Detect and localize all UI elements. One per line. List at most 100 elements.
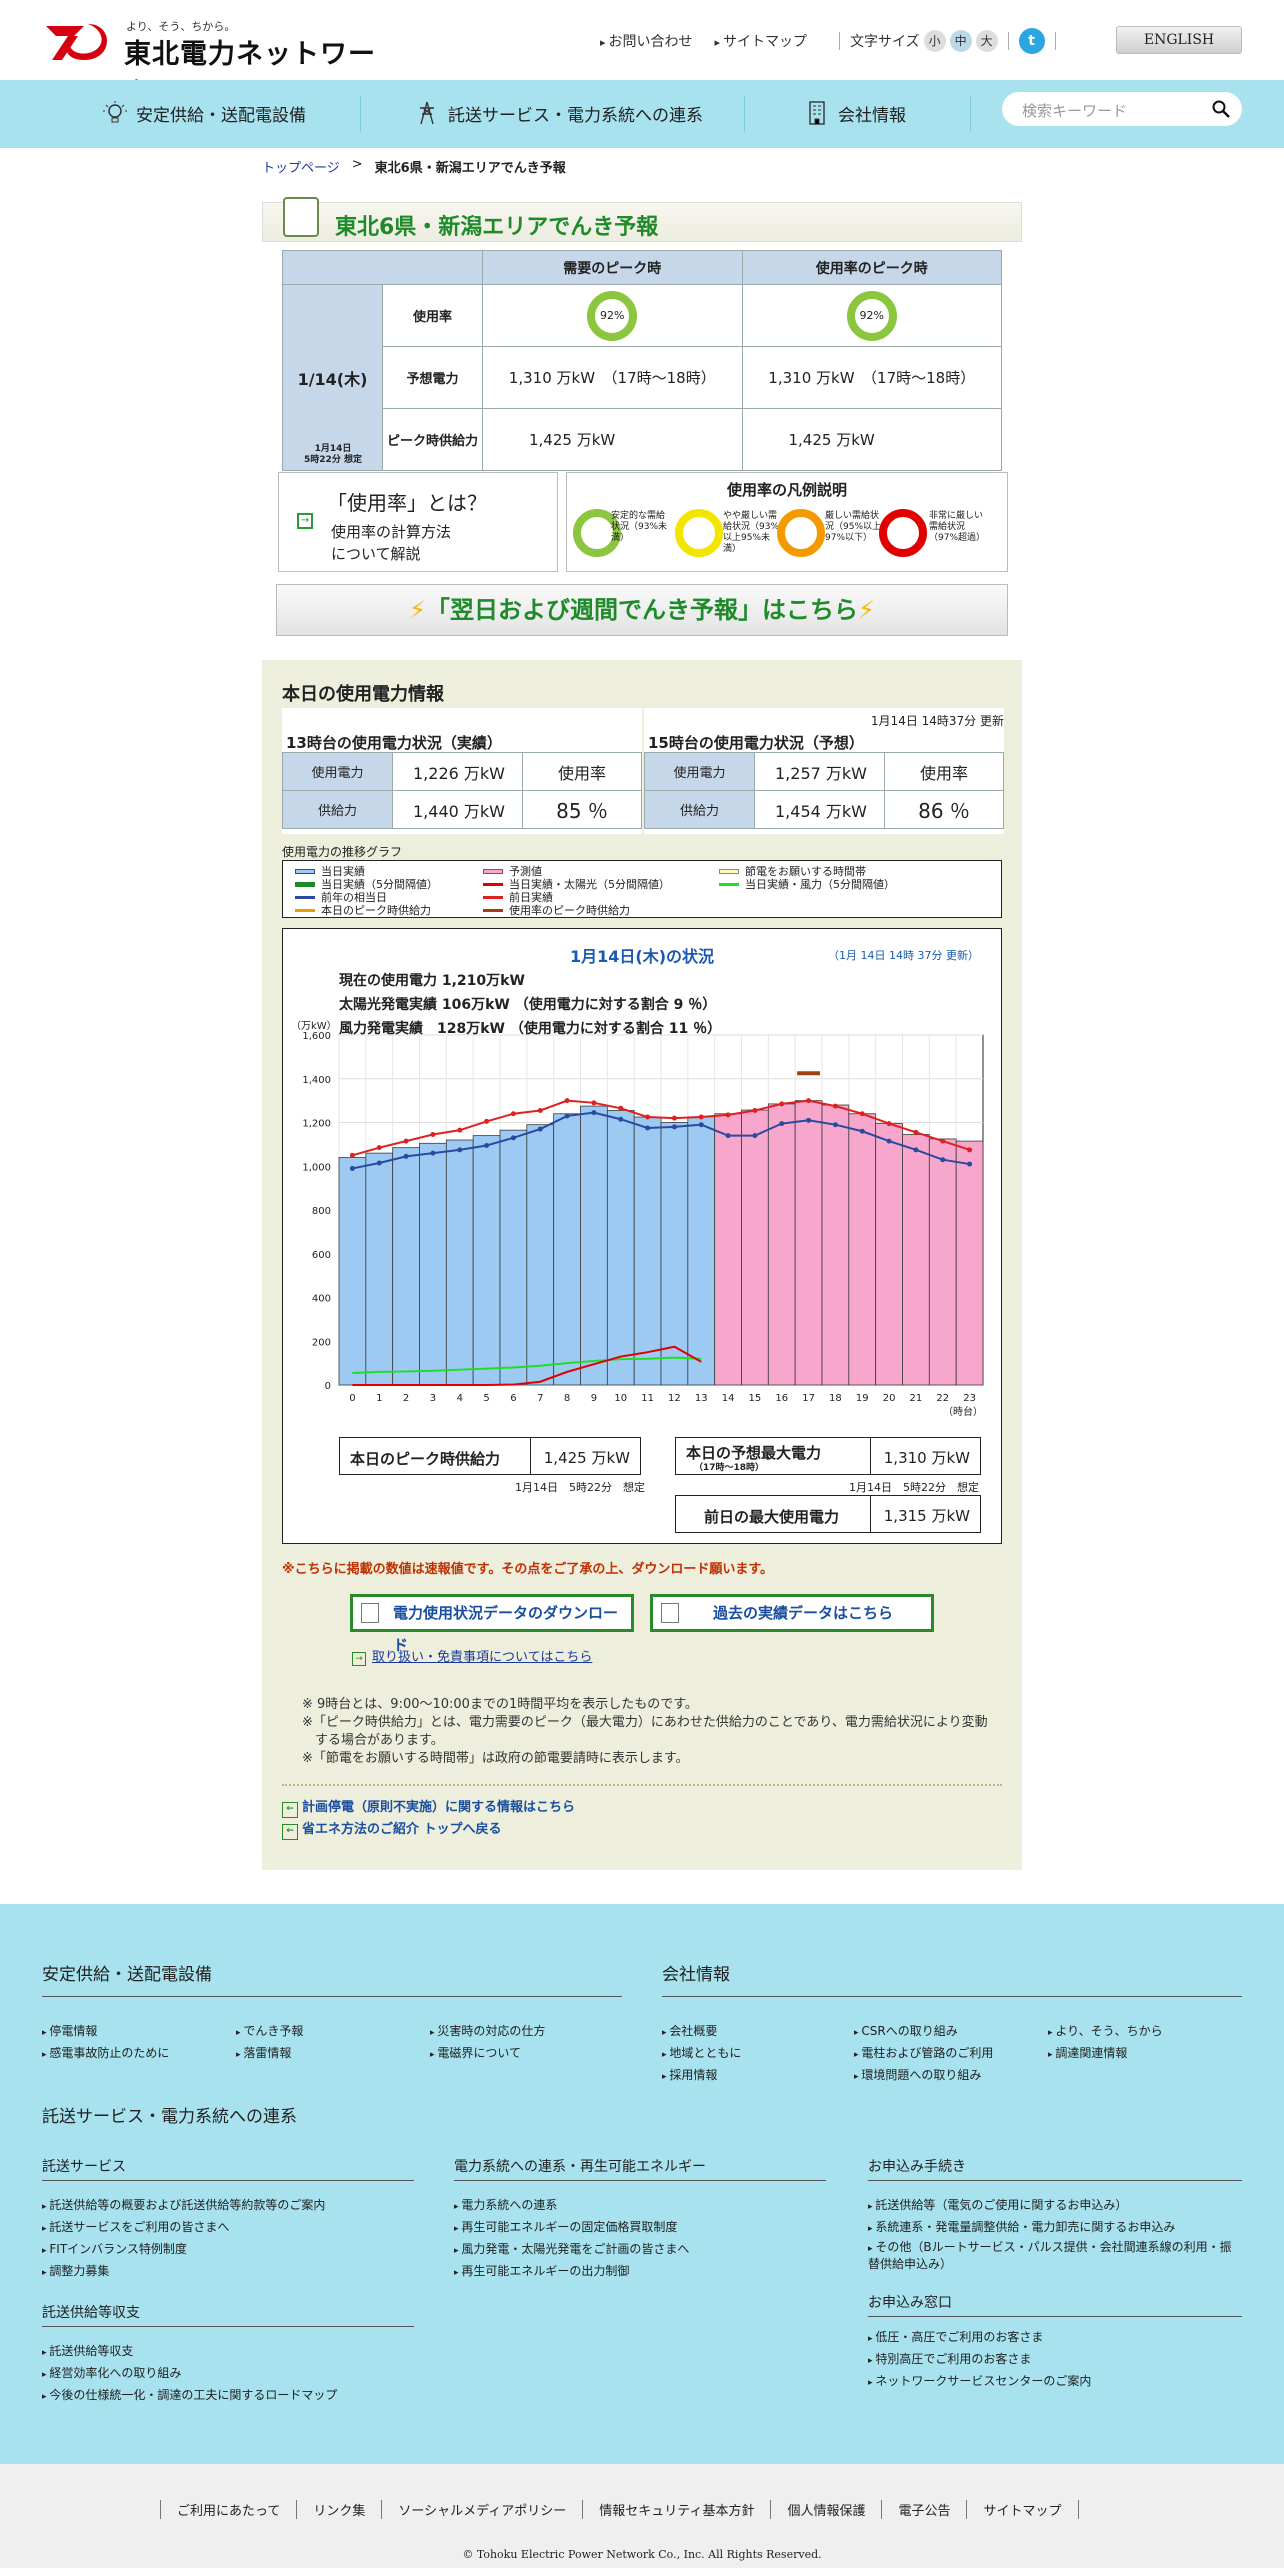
font-size-small[interactable]: 小 (923, 30, 946, 52)
twitter-icon[interactable]: t (1018, 28, 1045, 54)
stamp-time: 5時22分 想定 (304, 455, 362, 465)
font-size-large[interactable]: 大 (975, 30, 998, 52)
footer-bottom-link[interactable]: 電子公告 (881, 2500, 966, 2519)
footer-heading: 安定供給・送配電設備 (42, 1965, 212, 1985)
bar-actual (633, 1116, 662, 1386)
footer-link[interactable]: 環境問題への取り組み (854, 2066, 981, 2083)
usage-legend-title: 使用率の凡例説明 (726, 481, 847, 499)
footer-link[interactable]: FITインバランス特例制度 (42, 2240, 187, 2257)
series-prev-day-point (564, 1098, 570, 1104)
y-tick-label: 0 (325, 1381, 331, 1392)
footer-link[interactable]: 災害時の対応の仕方 (430, 2022, 545, 2039)
x-tick-label: 18 (829, 1393, 842, 1404)
nav-wheeling[interactable]: 託送サービス・電力系統への連系 (414, 100, 703, 126)
footer-link[interactable]: 地域とともに (662, 2044, 741, 2061)
forecast-title: 15時台の使用電力状況（予想） (648, 734, 864, 752)
x-tick-label: 8 (564, 1393, 570, 1404)
english-button[interactable]: ENGLISH (1116, 26, 1242, 54)
blackout-info-link[interactable]: 計画停電（原則不実施）に関する情報はこちら (282, 1796, 575, 1818)
series-prev-year-point (967, 1161, 973, 1167)
usage-ring-icon: 92% (587, 290, 638, 341)
x-tick-label: 10 (614, 1393, 627, 1404)
footer-link[interactable]: 託送供給等（電気のご使用に関するお申込み） (868, 2196, 1127, 2213)
download-button[interactable]: 電力使用状況データのダウンロード (350, 1594, 634, 1654)
series-prev-day-point (779, 1101, 785, 1107)
usage-explain-text: 使用率の計算方法 について解説 (331, 521, 451, 565)
footer-bottom-link[interactable]: サイトマップ (966, 2500, 1079, 2519)
footer-link[interactable]: 電力系統への連系 (454, 2196, 557, 2213)
divider (868, 2180, 1242, 2181)
pred-rate-cell: 1,310 万kW （17時～18時） (741, 346, 1002, 409)
divider (360, 96, 361, 132)
weekly-forecast-banner[interactable]: ⚡「翌日および週間でんき予報」はこちら⚡ (276, 584, 1008, 636)
legend-text: 使用率のピーク時供給力 (509, 904, 630, 917)
series-prev-year-point (913, 1147, 919, 1153)
search-icon[interactable] (1212, 100, 1230, 118)
footer-link[interactable]: その他（Bルートサービス・パルス提供・会社間連系線の利用・振替供給申込み） (868, 2240, 1242, 2272)
footer-bottom-link[interactable]: ソーシャルメディアポリシー (381, 2500, 582, 2519)
divider (970, 96, 971, 132)
footer-link[interactable]: 落雷情報 (236, 2044, 291, 2061)
footer-link[interactable]: 託送サービスをご利用の皆さまへ (42, 2218, 229, 2235)
footer-link[interactable]: より、そう、ちから (1048, 2022, 1162, 2039)
nav-company[interactable]: 会社情報 (804, 100, 906, 126)
bar-actual (365, 1152, 394, 1386)
breadcrumb-sep: > (351, 157, 363, 172)
series-prev-year-point (859, 1128, 865, 1134)
divider (744, 96, 745, 132)
footer-link[interactable]: 特別高圧でご利用のお客さま (868, 2350, 1031, 2367)
footer-link[interactable]: 風力発電・太陽光発電をご計画の皆さまへ (454, 2240, 689, 2257)
breadcrumb-home[interactable]: トップページ (262, 157, 340, 176)
nav-stable-supply[interactable]: 安定供給・送配電設備 (102, 100, 306, 126)
sitemap-link[interactable]: サイトマップ (715, 31, 807, 51)
footer-link[interactable]: 今後の仕様統一化・調達の工夫に関するロードマップ (42, 2386, 337, 2403)
footer-link[interactable]: 採用情報 (662, 2066, 717, 2083)
series-prev-day-point (591, 1100, 597, 1106)
series-prev-day-point (806, 1098, 812, 1104)
today-section: 本日の使用電力情報 13時台の使用電力状況（実績） 使用電力 1,226 万kW 使… (262, 660, 1022, 1870)
footer-link[interactable]: 経営効率化への取り組み (42, 2364, 181, 2381)
footer-bottom-link[interactable]: リンク集 (296, 2500, 381, 2519)
footer-bottom-link[interactable]: 情報セキュリティ基本方針 (582, 2500, 770, 2519)
footer-link[interactable]: でんき予報 (236, 2022, 303, 2039)
footer-heading: 託送サービス・電力系統への連系 (42, 2107, 297, 2127)
footer-link[interactable]: 電柱および管路のご利用 (854, 2044, 993, 2061)
footer-link[interactable]: 託送供給等収支 (42, 2342, 133, 2359)
footer-link[interactable]: 託送供給等の概要および託送供給等約款等のご案内 (42, 2196, 325, 2213)
breadcrumb-current: 東北6県・新潟エリアでんき予報 (374, 161, 566, 176)
usage-explain-link[interactable]: → 「使用率」とは？ 使用率の計算方法 について解説 (278, 472, 558, 572)
disclaimer-link[interactable]: → 取り扱い・免責事項についてはこちら (352, 1646, 592, 1666)
past-data-button[interactable]: 過去の実績データはこちら (650, 1594, 934, 1632)
energy-saving-link[interactable]: 省エネ方法のご紹介 トップへ戻る (282, 1818, 502, 1840)
footer-link[interactable]: CSRへの取り組み (854, 2022, 957, 2039)
footer-bottom-link[interactable]: ご利用にあたって (160, 2500, 296, 2519)
usage-demand-cell: 92% (482, 284, 743, 347)
series-prev-day-point (376, 1145, 382, 1151)
footer-link[interactable]: 電磁界について (430, 2044, 521, 2061)
data-warning: ※こちらに掲載の数値は速報値です。その点をご了承の上、ダウンロード願います。 (282, 1562, 774, 1577)
footer-link[interactable]: 調整力募集 (42, 2262, 109, 2279)
arrow-right-icon: → (352, 1652, 366, 1666)
font-size-medium[interactable]: 中 (949, 30, 972, 52)
bar-actual (606, 1110, 635, 1386)
footer-link[interactable]: 感電事故防止のために (42, 2044, 169, 2061)
actual-table: 使用電力 1,226 万kW 使用率 供給力 1,440 万kW 85 ％ (282, 752, 642, 829)
footer-link[interactable]: 低圧・高圧でご利用のお客さま (868, 2328, 1043, 2345)
search-input[interactable]: 検索キーワード (1002, 92, 1242, 126)
footer-bottom-link[interactable]: 個人情報保護 (770, 2500, 881, 2519)
footer-link[interactable]: 停電情報 (42, 2022, 97, 2039)
y-tick-label: 600 (312, 1250, 331, 1261)
divider (868, 2316, 1242, 2317)
footer-link[interactable]: 会社概要 (662, 2022, 717, 2039)
bar-forecast (902, 1134, 930, 1386)
peak-supply-marker (797, 1071, 820, 1076)
site-logo[interactable]: より、そう、ちから。 東北電力ネットワーク (44, 18, 394, 109)
footer-link[interactable]: ネットワークサービスセンターのご案内 (868, 2372, 1091, 2389)
document-icon (361, 1603, 379, 1623)
footer-link[interactable]: 再生可能エネルギーの出力制御 (454, 2262, 629, 2279)
contact-link[interactable]: お問い合わせ (600, 31, 693, 51)
footer-link[interactable]: 系統連系・発電量調整供給・電力卸売に関するお申込み (868, 2218, 1175, 2235)
footer-link[interactable]: 調達関連情報 (1048, 2044, 1127, 2061)
series-prev-year-point (376, 1160, 382, 1166)
footer-link[interactable]: 再生可能エネルギーの固定価格買取制度 (454, 2218, 677, 2235)
